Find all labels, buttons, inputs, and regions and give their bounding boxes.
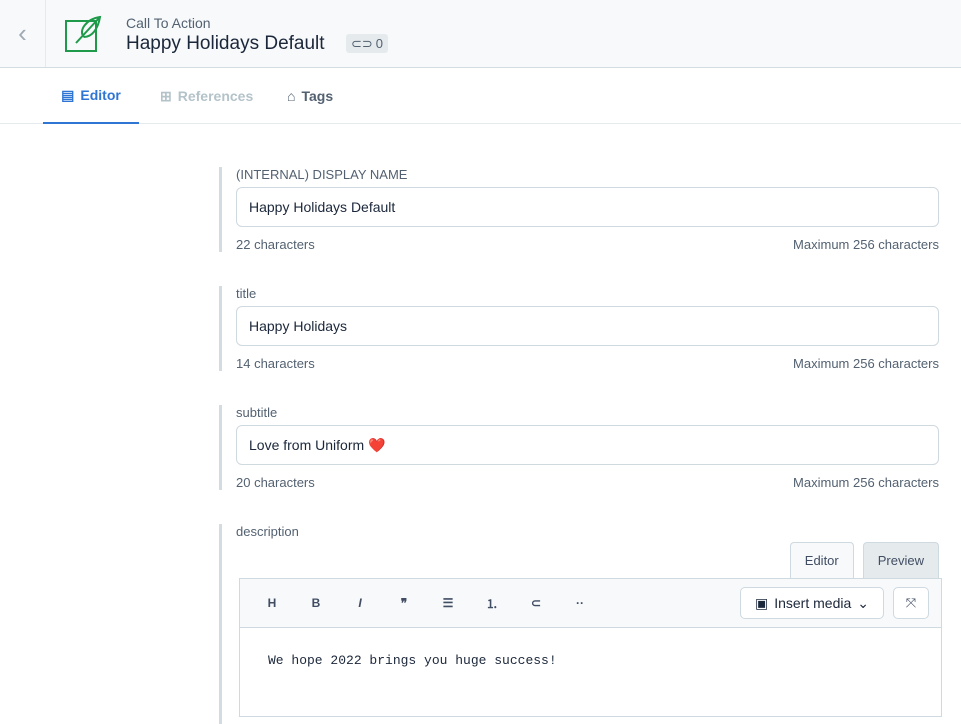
quote-button[interactable]: ❞ [382, 596, 426, 610]
markdown-editor-tab[interactable]: Editor [790, 542, 854, 578]
entry-header: ‹ Call To Action Happy Holidays Default … [0, 0, 961, 68]
tab-label: References [178, 88, 254, 104]
chevron-down-icon: ⌄ [857, 595, 869, 612]
markdown-preview-tab[interactable]: Preview [863, 542, 939, 578]
field-label: description [236, 524, 939, 539]
feather-entry-icon [64, 13, 104, 53]
char-max: Maximum 256 characters [793, 237, 939, 252]
title-input[interactable]: Happy Holidays [236, 306, 939, 346]
tab-label: Editor [80, 87, 120, 103]
heart-emoji: ❤️ [368, 437, 385, 454]
bullet-list-button[interactable]: ☰ [426, 596, 470, 610]
image-icon: ▣ [755, 595, 768, 612]
document-icon: ▤ [61, 87, 74, 104]
field-subtitle: subtitle Love from Uniform ❤️ 20 charact… [219, 405, 939, 490]
entry-title: Happy Holidays Default [126, 33, 325, 55]
link-button[interactable]: ⊂ [514, 596, 558, 610]
expand-icon: ⤧ [906, 595, 916, 611]
tab-editor[interactable]: ▤ Editor [43, 68, 139, 124]
hierarchy-icon: ⊞ [160, 88, 172, 105]
markdown-textarea[interactable]: We hope 2022 brings you huge success! [239, 627, 942, 717]
back-button[interactable]: ‹ [0, 0, 46, 67]
tab-bar: ▤ Editor ⊞ References ⌂ Tags [0, 68, 961, 124]
tab-tags[interactable]: ⌂ Tags [287, 68, 333, 124]
links-count: 0 [376, 36, 383, 51]
char-count: 14 characters [236, 356, 315, 371]
content-type-label: Call To Action [126, 15, 211, 31]
char-count: 22 characters [236, 237, 315, 252]
italic-button[interactable]: I [338, 596, 382, 610]
heading-button[interactable]: H [250, 596, 294, 610]
tab-label: Tags [301, 88, 333, 104]
display-name-input[interactable]: Happy Holidays Default [236, 187, 939, 227]
more-button[interactable]: ·· [558, 596, 602, 610]
field-description: description Editor Preview H B I ❞ ☰ ⒈ ⊂… [219, 524, 939, 724]
markdown-toolbar: H B I ❞ ☰ ⒈ ⊂ ·· ▣ Insert media ⌄ ⤧ [239, 578, 942, 628]
bold-button[interactable]: B [294, 596, 338, 610]
subtitle-text: Love from Uniform [249, 437, 364, 453]
field-label: subtitle [236, 405, 939, 420]
field-display-name: (INTERNAL) DISPLAY NAME Happy Holidays D… [219, 167, 939, 252]
fullscreen-button[interactable]: ⤧ [893, 587, 929, 619]
chevron-left-icon: ‹ [18, 18, 27, 49]
insert-media-button[interactable]: ▣ Insert media ⌄ [740, 587, 884, 619]
char-count: 20 characters [236, 475, 315, 490]
field-label: title [236, 286, 939, 301]
link-icon: ⊂⊃ [351, 36, 373, 52]
tag-icon: ⌂ [287, 88, 295, 104]
char-max: Maximum 256 characters [793, 475, 939, 490]
subtitle-input[interactable]: Love from Uniform ❤️ [236, 425, 939, 465]
char-max: Maximum 256 characters [793, 356, 939, 371]
links-badge[interactable]: ⊂⊃0 [346, 34, 388, 53]
numbered-list-button[interactable]: ⒈ [470, 595, 514, 612]
field-title: title Happy Holidays 14 characters Maximu… [219, 286, 939, 371]
field-label: (INTERNAL) DISPLAY NAME [236, 167, 939, 182]
tab-references[interactable]: ⊞ References [160, 68, 253, 124]
insert-media-label: Insert media [774, 595, 851, 611]
